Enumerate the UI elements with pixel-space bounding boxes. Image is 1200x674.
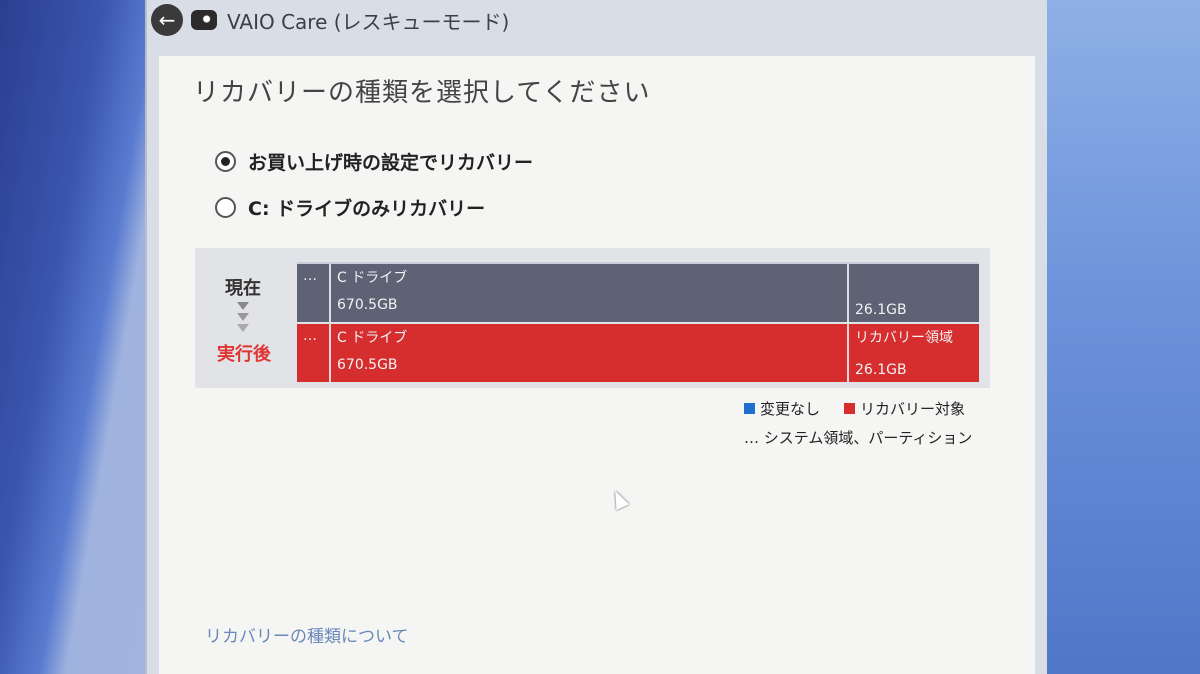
legend-label: 変更なし (760, 400, 821, 418)
radio-selected-icon[interactable] (215, 151, 236, 172)
legend-system-note: … システム領域、パーティション (744, 429, 973, 447)
system-partition: … (297, 324, 331, 382)
legend: 変更なし リカバリー対象 … システム領域、パーティション (744, 398, 989, 448)
partition-size: 26.1GB (855, 302, 907, 318)
window-title: VAIO Care (レスキューモード) (227, 9, 510, 34)
partition-name: リカバリー領域 (855, 330, 953, 346)
about-recovery-types-link[interactable]: リカバリーの種類について (205, 622, 409, 647)
legend-label: リカバリー対象 (860, 400, 966, 418)
current-label: 現在 (225, 278, 261, 299)
vaio-care-window: ← VAIO Care (レスキューモード) リカバリーの種類を選択してください… (145, 0, 1047, 674)
desktop-background (1035, 0, 1200, 674)
option-label: C: ドライブのみリカバリー (248, 198, 486, 220)
partition-size: 26.1GB (855, 362, 907, 378)
down-arrows-icon (237, 302, 249, 332)
vaio-care-icon (191, 10, 217, 30)
mouse-cursor-icon (608, 487, 630, 511)
blue-square-icon (744, 403, 755, 414)
recovery-partition: 26.1GB (849, 264, 979, 322)
c-drive-partition: C ドライブ 670.5GB (331, 264, 849, 322)
partition-size: 670.5GB (337, 297, 398, 313)
partition-size: 670.5GB (337, 357, 398, 373)
after-label: 実行後 (217, 344, 271, 365)
red-square-icon (844, 403, 856, 414)
partition-name: C ドライブ (337, 270, 408, 286)
partition-name: C ドライブ (337, 330, 408, 346)
option-c-drive-recovery[interactable]: C: ドライブのみリカバリー (215, 194, 485, 221)
current-partition-bar: … C ドライブ 670.5GB 26.1GB (297, 262, 979, 322)
partition-diagram: 現在 実行後 … C ドライブ 670.5GB 26.1GB … C ドライブ … (195, 248, 990, 388)
option-factory-recovery[interactable]: お買い上げ時の設定でリカバリー (215, 148, 533, 175)
content-panel: リカバリーの種類を選択してください お買い上げ時の設定でリカバリー C: ドライ… (159, 56, 1035, 674)
arrow-left-icon[interactable]: ← (151, 4, 183, 36)
system-partition: … (297, 264, 331, 322)
recovery-partition: リカバリー領域 26.1GB (849, 324, 979, 382)
option-label: お買い上げ時の設定でリカバリー (248, 152, 534, 174)
legend-unchanged: 変更なし (744, 398, 820, 419)
title-bar: ← VAIO Care (レスキューモード) (147, 0, 1037, 40)
after-partition-bar: … C ドライブ 670.5GB リカバリー領域 26.1GB (297, 324, 979, 382)
c-drive-partition: C ドライブ 670.5GB (331, 324, 849, 382)
legend-recovery-target: リカバリー対象 (844, 398, 965, 419)
page-title: リカバリーの種類を選択してください (193, 78, 651, 108)
radio-unselected-icon[interactable] (215, 197, 236, 218)
